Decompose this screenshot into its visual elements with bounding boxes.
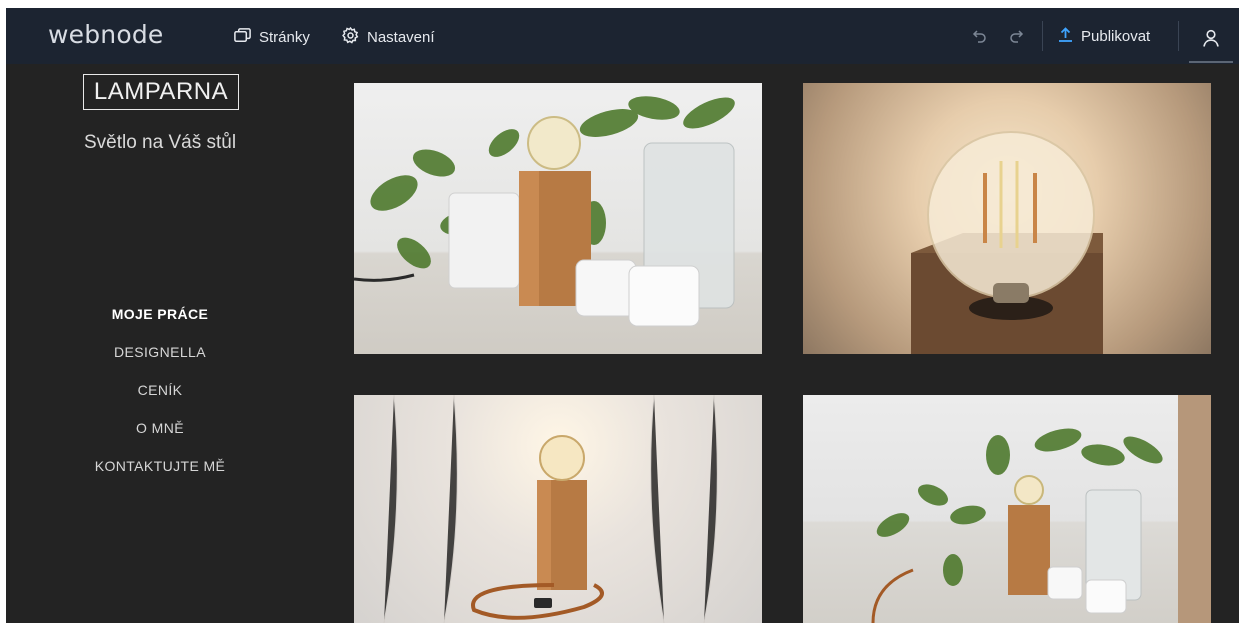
pages-icon [233, 26, 252, 49]
pages-button[interactable]: Stránky [233, 26, 310, 49]
pages-label: Stránky [259, 29, 310, 46]
publish-label: Publikovat [1081, 28, 1151, 45]
site-tagline: Světlo na Váš stůl [83, 132, 237, 153]
undo-icon[interactable] [972, 28, 988, 44]
settings-label: Nastavení [367, 29, 435, 46]
site-logo[interactable]: LAMPARNA [83, 74, 239, 110]
site-menu: MOJE PRÁCE DESIGNELLA CENÍK O MNĚ KONTAK… [6, 303, 314, 493]
gallery-photo[interactable] [354, 395, 762, 623]
gallery-photo[interactable] [803, 83, 1211, 354]
redo-icon[interactable] [1008, 28, 1024, 44]
menu-item-kontakt[interactable]: KONTAKTUJTE MĚ [6, 455, 314, 493]
topbar-divider [1178, 21, 1179, 51]
gallery-photo[interactable] [803, 395, 1211, 623]
user-account-button[interactable] [1189, 19, 1233, 63]
upload-icon [1057, 26, 1074, 47]
menu-item-moje-prace[interactable]: MOJE PRÁCE [6, 303, 314, 341]
menu-item-o-mne[interactable]: O MNĚ [6, 417, 314, 455]
settings-gear-icon [341, 26, 360, 49]
user-icon [1201, 28, 1221, 53]
editor-topbar: webnode Stránky Nastavení Publikovat [6, 8, 1239, 64]
gallery-photo[interactable] [354, 83, 762, 354]
topbar-divider [1042, 21, 1043, 51]
editor-frame: webnode Stránky Nastavení Publikovat LAM… [6, 8, 1239, 623]
webnode-logo[interactable]: webnode [48, 20, 164, 49]
menu-item-cenik[interactable]: CENÍK [6, 379, 314, 417]
publish-button[interactable]: Publikovat [1057, 26, 1150, 47]
settings-button[interactable]: Nastavení [341, 26, 435, 49]
menu-item-designella[interactable]: DESIGNELLA [6, 341, 314, 379]
